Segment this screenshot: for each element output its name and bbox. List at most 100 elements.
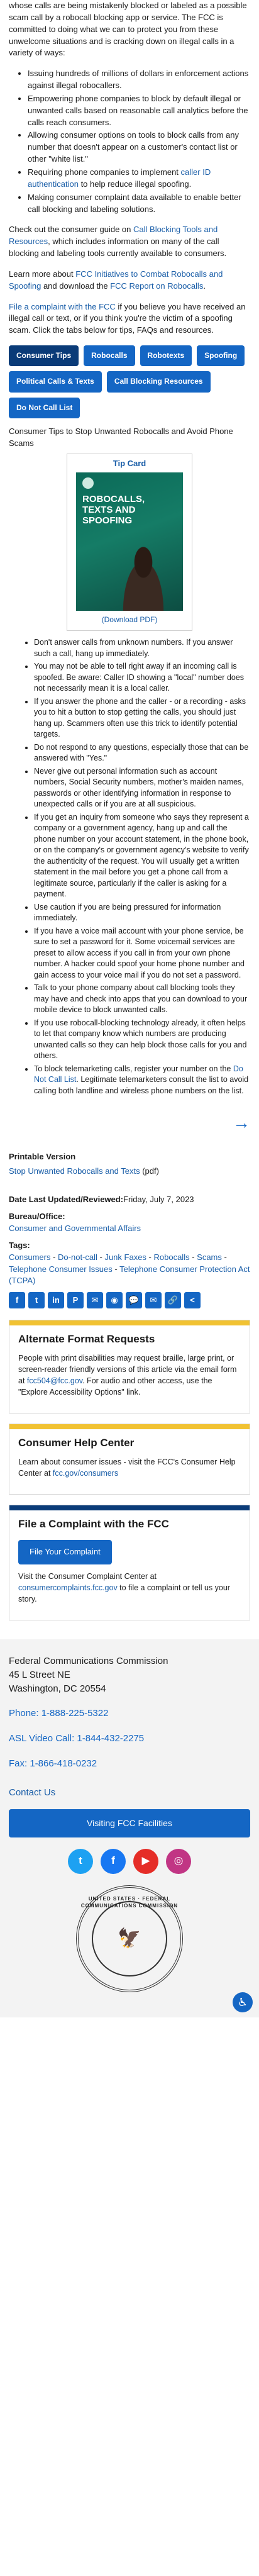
youtube-icon[interactable]: ▶ [133, 1848, 158, 1874]
address-line: 45 L Street NE [9, 1669, 70, 1680]
list-item: To block telemarketing calls, register y… [34, 1064, 250, 1097]
tab-robocalls[interactable]: Robocalls [84, 345, 135, 367]
list-item: You may not be able to tell right away i… [34, 661, 250, 694]
list-item: Do not respond to any questions, especia… [34, 742, 250, 764]
card-accent-bar [9, 1505, 250, 1511]
tag-separator: - [146, 1252, 154, 1262]
tags-label: Tags: [9, 1240, 30, 1250]
text: (pdf) [140, 1166, 159, 1176]
tab-robotexts[interactable]: Robotexts [140, 345, 192, 367]
list-item: If you use robocall-blocking technology … [34, 1018, 250, 1062]
footer-fax: Fax: 1-866-418-0232 [9, 1757, 250, 1771]
tab-do-not-call[interactable]: Do Not Call List [9, 397, 80, 419]
next-arrow-icon[interactable]: → [233, 1110, 250, 1136]
tab-bar: Consumer Tips Robocalls Robotexts Spoofi… [9, 345, 250, 419]
file-complaint-button[interactable]: File Your Complaint [18, 1539, 112, 1564]
list-item: Don't answer calls from unknown numbers.… [34, 637, 250, 659]
footer-phone: Phone: 1-888-225-5322 [9, 1707, 250, 1720]
instagram-icon[interactable]: ◎ [166, 1848, 191, 1874]
list-item: Talk to your phone company about call bl… [34, 983, 250, 1016]
fax-link[interactable]: Fax: 1-866-418-0232 [9, 1758, 97, 1769]
tag-link[interactable]: Telephone Consumer Issues [9, 1264, 113, 1274]
text: Check out the consumer guide on [9, 225, 134, 235]
tag-link[interactable]: Junk Faxes [104, 1252, 146, 1262]
tag-link[interactable]: Robocalls [154, 1252, 190, 1262]
tag-link[interactable]: Scams [197, 1252, 222, 1262]
footer-contact: Contact Us [9, 1786, 250, 1800]
sms-share-icon[interactable]: 💬 [126, 1292, 142, 1309]
contact-us-link[interactable]: Contact Us [9, 1787, 55, 1798]
accessibility-icon[interactable]: ♿ [233, 1992, 253, 2012]
tag-separator: - [112, 1264, 120, 1274]
help-center-card: Consumer Help Center Learn about consume… [9, 1424, 250, 1495]
tag-link[interactable]: Do-not-call [58, 1252, 97, 1262]
visiting-facilities-button[interactable]: Visiting FCC Facilities [9, 1809, 250, 1837]
help-center-title: Consumer Help Center [18, 1437, 135, 1449]
bureau-link[interactable]: Consumer and Governmental Affairs [9, 1224, 141, 1233]
pinterest-share-icon[interactable]: P [67, 1292, 84, 1309]
tag-separator: - [221, 1252, 227, 1262]
printable-link[interactable]: Stop Unwanted Robocalls and Texts [9, 1166, 140, 1176]
more-share-icon[interactable]: < [184, 1292, 201, 1309]
list-item: If you answer the phone and the caller -… [34, 696, 250, 740]
list-item: If you have a voice mail account with yo… [34, 926, 250, 981]
initiatives-paragraph: Learn more about FCC Initiatives to Comb… [9, 269, 250, 293]
tip-card-image[interactable]: ROBOCALLS, TEXTS AND SPOOFING [76, 472, 183, 611]
tag-separator: - [97, 1252, 105, 1262]
updated-value: Friday, July 7, 2023 [123, 1195, 194, 1205]
facebook-share-icon[interactable]: f [9, 1292, 25, 1309]
complaint-title: File a Complaint with the FCC [18, 1518, 169, 1531]
complaint-center-link[interactable]: consumercomplaints.fcc.gov [18, 1583, 118, 1592]
text: Learn more about [9, 269, 76, 279]
seal-text: UNITED STATES · FEDERAL COMMUNICATIONS C… [80, 1895, 179, 1909]
alternate-format-title: Alternate Format Requests [18, 1333, 155, 1346]
twitter-share-icon[interactable]: t [28, 1292, 45, 1309]
list-item-text: To block telemarketing calls, register y… [34, 1064, 231, 1073]
complaint-paragraph: File a complaint with the FCC if you bel… [9, 301, 250, 337]
article-meta: Printable Version Stop Unwanted Robocall… [0, 1151, 259, 1621]
asl-link[interactable]: ASL Video Call: 1-844-432-2275 [9, 1733, 144, 1744]
updated-label: Date Last Updated/Reviewed: [9, 1195, 124, 1205]
tag-link[interactable]: Consumers [9, 1252, 50, 1262]
copy-link-icon[interactable]: 🔗 [165, 1292, 181, 1309]
messenger-share-icon[interactable]: ✉ [145, 1292, 162, 1309]
list-item-text: to help reduce illegal spoofing. [78, 179, 192, 189]
address-line: Federal Communications Commission [9, 1656, 168, 1667]
file-complaint-link[interactable]: File a complaint with the FCC [9, 302, 116, 311]
updated-line: Date Last Updated/Reviewed:Friday, July … [9, 1194, 250, 1206]
phone-link[interactable]: Phone: 1-888-225-5322 [9, 1708, 108, 1719]
tab-call-blocking[interactable]: Call Blocking Resources [106, 371, 211, 393]
fcc-seal-icon[interactable]: UNITED STATES · FEDERAL COMMUNICATIONS C… [76, 1885, 183, 1992]
printable-line: Stop Unwanted Robocalls and Texts (pdf) [9, 1166, 250, 1178]
facebook-icon[interactable]: f [101, 1848, 126, 1874]
list-item: Making consumer complaint data available… [28, 192, 250, 216]
panel-title: Consumer Tips to Stop Unwanted Robocalls… [9, 427, 233, 449]
tab-spoofing[interactable]: Spoofing [197, 345, 245, 367]
tab-political-calls[interactable]: Political Calls & Texts [9, 371, 102, 393]
printable-heading: Printable Version [9, 1151, 76, 1161]
person-photo [115, 541, 172, 611]
tab-consumer-tips[interactable]: Consumer Tips [9, 345, 79, 367]
footer-address: Federal Communications Commission 45 L S… [9, 1654, 250, 1695]
linkedin-share-icon[interactable]: in [48, 1292, 64, 1309]
tip-card-image-text: ROBOCALLS, TEXTS AND SPOOFING [82, 493, 145, 527]
tip-card-heading: Tip Card [113, 458, 146, 468]
address-line: Washington, DC 20554 [9, 1683, 106, 1694]
alternate-format-card: Alternate Format Requests People with pr… [9, 1320, 250, 1414]
intro-paragraph: whose calls are being mistakenly blocked… [9, 1, 247, 58]
card-accent-bar [9, 1320, 250, 1326]
pager-row: → [0, 1105, 259, 1145]
list-item: Requiring phone companies to implement c… [28, 167, 250, 191]
text: and download the [41, 281, 111, 291]
reddit-share-icon[interactable]: ◉ [106, 1292, 123, 1309]
download-pdf-link[interactable]: (Download PDF) [72, 615, 187, 625]
email-share-icon[interactable]: ✉ [87, 1292, 103, 1309]
consumers-link[interactable]: fcc.gov/consumers [53, 1469, 118, 1478]
fcc504-email-link[interactable]: fcc504@fcc.gov [27, 1376, 82, 1385]
intro-bullets: Issuing hundreds of millions of dollars … [28, 68, 250, 215]
report-link[interactable]: FCC Report on Robocalls [110, 281, 203, 291]
social-links: t f ▶ ◎ [9, 1848, 250, 1874]
complaint-card: File a Complaint with the FCC File Your … [9, 1505, 250, 1621]
twitter-icon[interactable]: t [68, 1848, 93, 1874]
list-item: Empowering phone companies to block by d… [28, 93, 250, 129]
